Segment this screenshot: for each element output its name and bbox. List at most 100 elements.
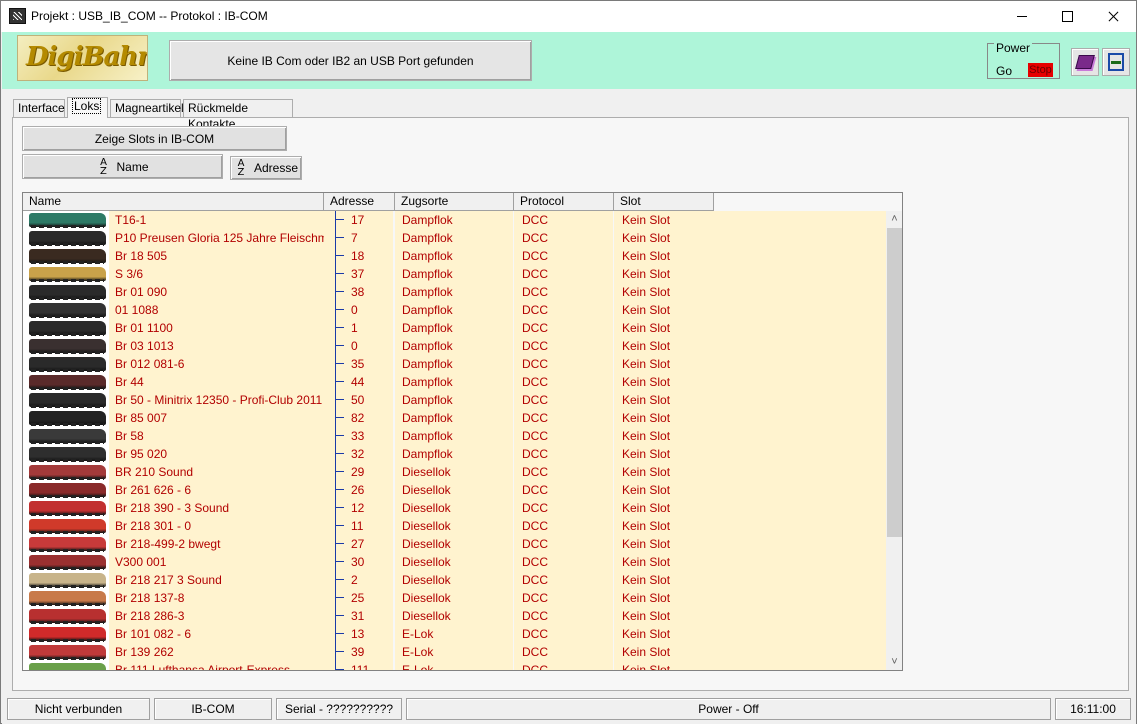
loco-name: Br 261 626 - 6 bbox=[109, 481, 324, 499]
sort-by-address-button[interactable]: AZ Adresse bbox=[230, 156, 302, 180]
book-button[interactable] bbox=[1071, 48, 1099, 76]
table-row[interactable]: Br 44 44 Dampflok DCC Kein Slot bbox=[23, 373, 886, 391]
loco-slot: Kein Slot bbox=[614, 391, 713, 409]
tab-rueckmelde-kontakte[interactable]: Rückmelde Kontakte bbox=[183, 99, 293, 131]
table-row[interactable]: Br 85 007 82 Dampflok DCC Kein Slot bbox=[23, 409, 886, 427]
loco-type: Dampflok bbox=[395, 301, 513, 319]
loco-protocol: DCC bbox=[514, 517, 613, 535]
connection-status-button[interactable]: Keine IB Com oder IB2 an USB Port gefund… bbox=[169, 40, 532, 81]
table-row[interactable]: Br 01 1100 1 Dampflok DCC Kein Slot bbox=[23, 319, 886, 337]
column-header-protocol[interactable]: Protocol bbox=[514, 193, 614, 211]
loco-icon bbox=[29, 249, 106, 264]
table-row[interactable]: Br 218 137-8 25 Diesellok DCC Kein Slot bbox=[23, 589, 886, 607]
table-row[interactable]: Br 218 390 - 3 Sound 12 Diesellok DCC Kein S… bbox=[23, 499, 886, 517]
column-header-type[interactable]: Zugsorte bbox=[395, 193, 514, 211]
tree-connector-icon bbox=[335, 571, 344, 589]
loco-name: Br 218 286-3 bbox=[109, 607, 324, 625]
table-row[interactable]: Br 58 33 Dampflok DCC Kein Slot bbox=[23, 427, 886, 445]
tab-interface[interactable]: Interface bbox=[13, 99, 65, 117]
loco-protocol: DCC bbox=[514, 463, 613, 481]
close-button[interactable] bbox=[1090, 1, 1136, 32]
table-row[interactable]: Br 139 262 39 E-Lok DCC Kein Slot bbox=[23, 643, 886, 661]
tree-connector-icon bbox=[335, 427, 344, 445]
loco-protocol: DCC bbox=[514, 211, 613, 229]
table-row[interactable]: P10 Preusen Gloria 125 Jahre Fleischmann… bbox=[23, 229, 886, 247]
loco-protocol: DCC bbox=[514, 337, 613, 355]
table-row[interactable]: 01 1088 0 Dampflok DCC Kein Slot bbox=[23, 301, 886, 319]
loco-name: Br 218 390 - 3 Sound bbox=[109, 499, 324, 517]
row-filler bbox=[713, 661, 886, 670]
table-row[interactable]: Br 95 020 32 Dampflok DCC Kein Slot bbox=[23, 445, 886, 463]
power-go-label[interactable]: Go bbox=[996, 64, 1012, 78]
table-row[interactable]: Br 261 626 - 6 26 Diesellok DCC Kein Slot bbox=[23, 481, 886, 499]
table-row[interactable]: Br 012 081-6 35 Dampflok DCC Kein Slot bbox=[23, 355, 886, 373]
column-header-slot[interactable]: Slot bbox=[614, 193, 714, 211]
loco-type: E-Lok bbox=[395, 643, 513, 661]
loco-type: Dampflok bbox=[395, 427, 513, 445]
row-filler bbox=[713, 229, 886, 247]
row-filler bbox=[713, 499, 886, 517]
table-row[interactable]: Br 03 1013 0 Dampflok DCC Kein Slot bbox=[23, 337, 886, 355]
table-row[interactable]: V300 001 30 Diesellok DCC Kein Slot bbox=[23, 553, 886, 571]
loco-name: Br 218 301 - 0 bbox=[109, 517, 324, 535]
table-row[interactable]: Br 01 090 38 Dampflok DCC Kein Slot bbox=[23, 283, 886, 301]
loco-type: Dampflok bbox=[395, 337, 513, 355]
loco-icon bbox=[29, 213, 106, 228]
status-bar: Nicht verbunden IB-COM Serial - ????????… bbox=[2, 697, 1136, 724]
tab-magneartikel[interactable]: Magneartikel bbox=[110, 99, 184, 117]
table-row[interactable]: T16-1 17 Dampflok DCC Kein Slot bbox=[23, 211, 886, 229]
loco-icon bbox=[29, 375, 106, 390]
table-row[interactable]: BR 210 Sound 29 Diesellok DCC Kein Slot bbox=[23, 463, 886, 481]
scroll-down-arrow-icon[interactable]: ˅ bbox=[886, 654, 902, 670]
table-row[interactable]: Br 218 217 3 Sound 2 Diesellok DCC Kein Slot bbox=[23, 571, 886, 589]
loco-grid: Name Adresse Zugsorte Protocol Slot T16-… bbox=[22, 192, 903, 671]
tree-connector-icon bbox=[335, 283, 344, 301]
table-row[interactable]: Br 218 286-3 31 Diesellok DCC Kein Slot bbox=[23, 607, 886, 625]
status-power: Power - Off bbox=[406, 698, 1051, 720]
loco-protocol: DCC bbox=[514, 283, 613, 301]
tree-connector-icon bbox=[335, 319, 344, 337]
table-row[interactable]: Br 18 505 18 Dampflok DCC Kein Slot bbox=[23, 247, 886, 265]
loco-type: Diesellok bbox=[395, 571, 513, 589]
tree-connector-icon bbox=[335, 481, 344, 499]
table-row[interactable]: Br 50 - Minitrix 12350 - Profi-Club 2011… bbox=[23, 391, 886, 409]
loco-name: BR 210 Sound bbox=[109, 463, 324, 481]
column-header-address[interactable]: Adresse bbox=[324, 193, 395, 211]
loco-icon bbox=[29, 231, 106, 246]
loco-slot: Kein Slot bbox=[614, 409, 713, 427]
grid-rows: T16-1 17 Dampflok DCC Kein Slot P10 Preusen G… bbox=[23, 211, 886, 670]
row-filler bbox=[713, 319, 886, 337]
loco-image bbox=[23, 355, 109, 373]
vertical-scrollbar[interactable]: ˄ ˅ bbox=[886, 211, 902, 670]
loco-protocol: DCC bbox=[514, 391, 613, 409]
loco-icon bbox=[29, 627, 106, 642]
loco-image bbox=[23, 391, 109, 409]
table-row[interactable]: Br 101 082 - 6 13 E-Lok DCC Kein Slot bbox=[23, 625, 886, 643]
show-slots-button[interactable]: Zeige Slots in IB-COM bbox=[22, 126, 287, 151]
sort-by-name-button[interactable]: AZ Name bbox=[22, 154, 223, 179]
scroll-thumb[interactable] bbox=[887, 228, 902, 537]
minimize-button[interactable] bbox=[999, 1, 1045, 32]
power-group: Power Go Stop bbox=[987, 41, 1060, 79]
status-connection: Nicht verbunden bbox=[7, 698, 150, 720]
row-filler bbox=[713, 247, 886, 265]
row-filler bbox=[713, 391, 886, 409]
loco-name: V300 001 bbox=[109, 553, 324, 571]
row-filler bbox=[713, 283, 886, 301]
exit-button[interactable] bbox=[1102, 48, 1130, 76]
power-stop-indicator[interactable]: Stop bbox=[1028, 63, 1053, 77]
table-row[interactable]: Br 111 Lufthansa Airport-Express 111 E-Lok… bbox=[23, 661, 886, 670]
table-row[interactable]: Br 218 301 - 0 11 Diesellok DCC Kein Slot bbox=[23, 517, 886, 535]
table-row[interactable]: Br 218-499-2 bwegt 27 Diesellok DCC Kein Slo… bbox=[23, 535, 886, 553]
scroll-up-arrow-icon[interactable]: ˄ bbox=[886, 211, 902, 228]
power-label: Power bbox=[994, 41, 1033, 55]
loco-protocol: DCC bbox=[514, 571, 613, 589]
loco-slot: Kein Slot bbox=[614, 499, 713, 517]
column-header-name[interactable]: Name bbox=[23, 193, 324, 211]
row-filler bbox=[713, 517, 886, 535]
maximize-button[interactable] bbox=[1044, 1, 1090, 32]
table-row[interactable]: S 3/6 37 Dampflok DCC Kein Slot bbox=[23, 265, 886, 283]
loco-type: Diesellok bbox=[395, 463, 513, 481]
tab-loks[interactable]: Loks bbox=[67, 97, 108, 118]
loco-protocol: DCC bbox=[514, 499, 613, 517]
